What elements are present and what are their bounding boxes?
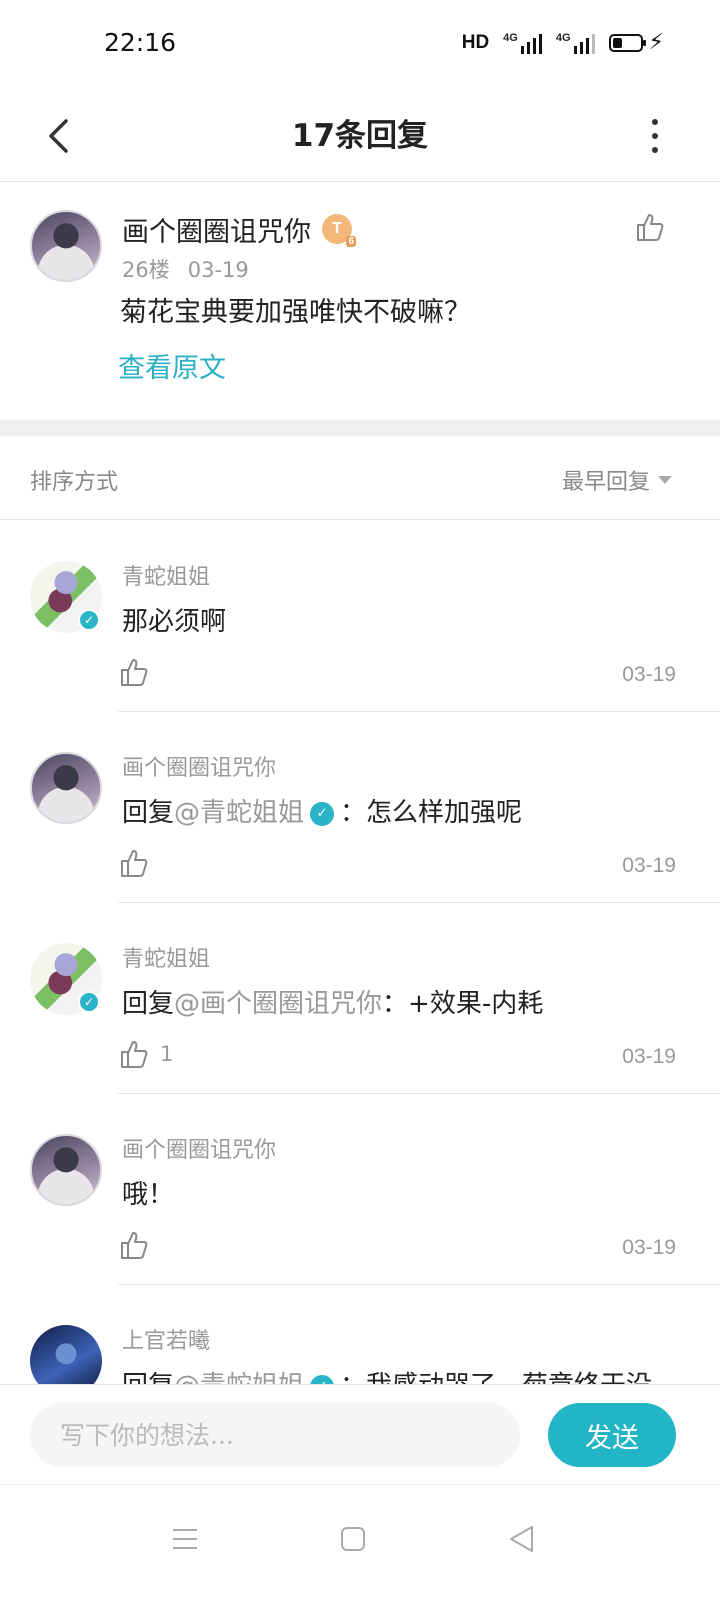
reply-item: 画个圈圈诅咒你 哦！ 03-19 — [0, 1094, 720, 1285]
floor-label: 26楼 — [122, 258, 170, 282]
mention-link[interactable]: @青蛇姐姐 — [174, 1371, 304, 1384]
top-app-bar: 17条回复 — [0, 90, 720, 182]
reply-date: 03-19 — [622, 1045, 676, 1068]
avatar[interactable] — [30, 1325, 102, 1384]
verified-icon: ✓ — [78, 991, 100, 1013]
reply-date: 03-19 — [622, 854, 676, 877]
thumbs-up-icon — [121, 1232, 148, 1259]
like-count: 1 — [160, 1042, 174, 1066]
like-button[interactable] — [120, 848, 160, 878]
section-divider — [0, 420, 720, 436]
send-button[interactable]: 发送 — [548, 1403, 676, 1467]
verified-icon: ✓ — [310, 801, 335, 826]
like-button[interactable]: 1 — [120, 1039, 173, 1069]
verified-icon: ✓ — [78, 609, 100, 631]
reply-item: ✓ 青蛇姐姐 那必须啊 03-19 — [0, 521, 720, 712]
reply-author[interactable]: 青蛇姐姐 — [122, 941, 210, 973]
avatar[interactable] — [30, 1134, 102, 1206]
like-button[interactable] — [120, 1230, 160, 1260]
signal-icon: 4G — [503, 32, 542, 54]
charging-icon: ⚡ — [648, 30, 664, 55]
sort-dropdown[interactable]: 最早回复 — [562, 464, 672, 496]
reply-text: 回复@画个圈圈诅咒你：+效果-内耗 — [122, 989, 544, 1019]
view-original-link[interactable]: 查看原文 — [118, 346, 226, 385]
reply-date: 03-19 — [622, 663, 676, 686]
mention-link[interactable]: @画个圈圈诅咒你 — [174, 989, 382, 1019]
thumbs-up-icon — [121, 850, 148, 877]
more-options-button[interactable] — [630, 106, 680, 166]
post-meta: 26楼 03-19 — [122, 254, 249, 284]
reply-author[interactable]: 青蛇姐姐 — [122, 559, 210, 591]
original-post: 画个圈圈诅咒你 T6 26楼 03-19 菊花宝典要加强唯快不破嘛？ 查看原文 — [0, 182, 720, 430]
level-badge: T6 — [322, 214, 356, 247]
square-icon — [341, 1527, 365, 1551]
status-bar: 22:16 HD 4G 4G ⚡ — [0, 0, 720, 90]
post-text: 菊花宝典要加强唯快不破嘛？ — [120, 297, 471, 328]
menu-button[interactable] — [155, 1509, 215, 1569]
sort-selected-value: 最早回复 — [561, 470, 650, 495]
reply-author[interactable]: 画个圈圈诅咒你 — [122, 1132, 276, 1164]
reply-item: 画个圈圈诅咒你 回复@青蛇姐姐 ✓ ：怎么样加强呢 03-19 — [0, 712, 720, 903]
home-button[interactable] — [323, 1509, 383, 1569]
triangle-back-icon — [510, 1526, 533, 1552]
like-button[interactable] — [636, 212, 664, 246]
reply-text: 那必须啊 — [122, 607, 227, 637]
verified-icon: ✓ — [310, 1374, 335, 1384]
thumbs-up-icon — [637, 214, 664, 241]
mention-link[interactable]: @青蛇姐姐 — [174, 798, 304, 828]
reply-item: 上官若曦 回复@青蛇姐姐✓：我感动哭了，菊章终于没 — [0, 1285, 720, 1384]
reply-author[interactable]: 上官若曦 — [122, 1323, 210, 1355]
sort-label: 排序方式 — [30, 470, 119, 495]
sort-bar: 排序方式 最早回复 — [0, 436, 720, 520]
like-button[interactable] — [120, 657, 160, 687]
reply-text: 哦！ — [122, 1180, 175, 1210]
vertical-dots-icon — [652, 119, 658, 125]
reply-text: 回复@青蛇姐姐✓：我感动哭了，菊章终于没 — [122, 1365, 652, 1384]
page-title: 17条回复 — [291, 118, 429, 154]
signal-icon-2: 4G — [556, 32, 595, 54]
reply-author[interactable]: 画个圈圈诅咒你 — [122, 750, 276, 782]
menu-icon — [173, 1529, 197, 1549]
thumbs-up-icon — [121, 659, 148, 686]
back-nav-button[interactable] — [491, 1509, 551, 1569]
avatar[interactable] — [30, 752, 102, 824]
status-icons: HD 4G 4G ⚡ — [462, 30, 664, 55]
status-time: 22:16 — [104, 28, 177, 57]
avatar[interactable] — [30, 210, 102, 282]
reply-item: ✓ 青蛇姐姐 回复@画个圈圈诅咒你：+效果-内耗 1 03-19 — [0, 903, 720, 1094]
hd-indicator: HD — [461, 31, 490, 53]
thumbs-up-icon — [121, 1041, 148, 1068]
reply-date: 03-19 — [622, 1236, 676, 1259]
comment-input[interactable] — [30, 1403, 520, 1467]
caret-down-icon — [658, 476, 672, 484]
post-date: 03-19 — [187, 258, 249, 282]
reply-composer: 发送 — [0, 1384, 720, 1484]
system-nav-bar — [0, 1484, 720, 1600]
battery-icon — [608, 33, 646, 52]
reply-text: 回复@青蛇姐姐 ✓ ：怎么样加强呢 — [122, 798, 523, 828]
post-author-name[interactable]: 画个圈圈诅咒你 — [122, 210, 311, 249]
